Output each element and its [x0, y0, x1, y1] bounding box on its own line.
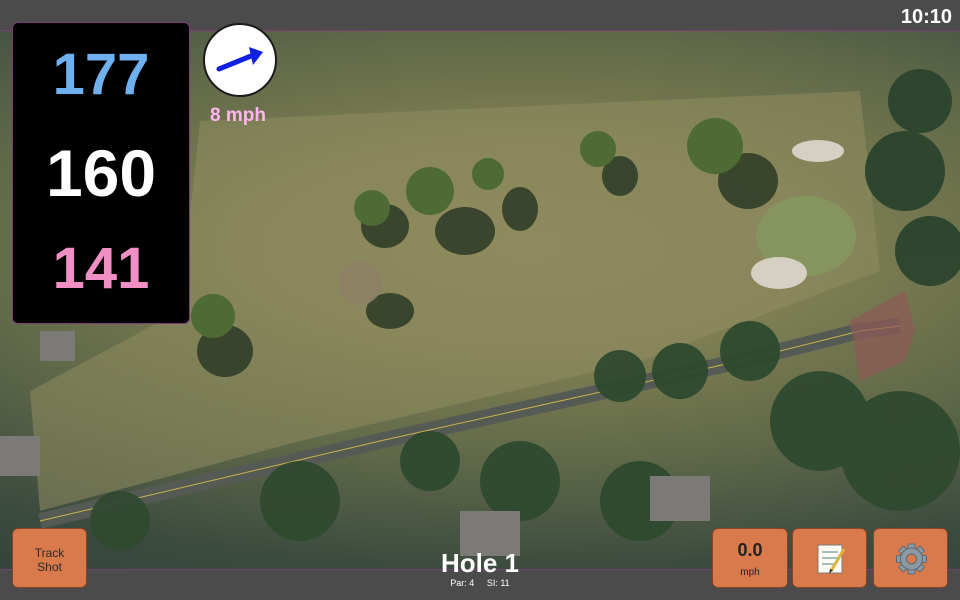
speed-unit: mph [740, 567, 760, 578]
gear-icon [896, 543, 927, 575]
notes-button[interactable] [792, 528, 867, 588]
speed-button[interactable]: 0.0 mph [712, 528, 788, 588]
wind-speed: 8 mph [210, 105, 266, 126]
hole-si: SI: 11 [486, 578, 510, 588]
clock: 10:10 [900, 6, 952, 28]
speed-value: 0.0 [737, 540, 763, 560]
track-shot-label-line1: Track [34, 546, 65, 560]
distance-panel: 177 160 141 [12, 22, 190, 324]
hole-info: Par: 4 SI: 11 [380, 578, 580, 588]
distance-back: 177 [52, 42, 150, 107]
wind-indicator [203, 23, 277, 97]
arrow-up-right-icon [216, 47, 263, 72]
distance-middle: 160 [45, 136, 157, 210]
settings-button[interactable] [873, 528, 948, 588]
notepad-icon [817, 544, 846, 574]
distance-front: 141 [52, 236, 150, 301]
hole-par: Par: 4 [450, 578, 475, 588]
track-shot-button[interactable]: Track Shot [12, 528, 87, 588]
track-shot-label-line2: Shot [37, 560, 62, 574]
hole-title: Hole 1 [440, 548, 520, 578]
